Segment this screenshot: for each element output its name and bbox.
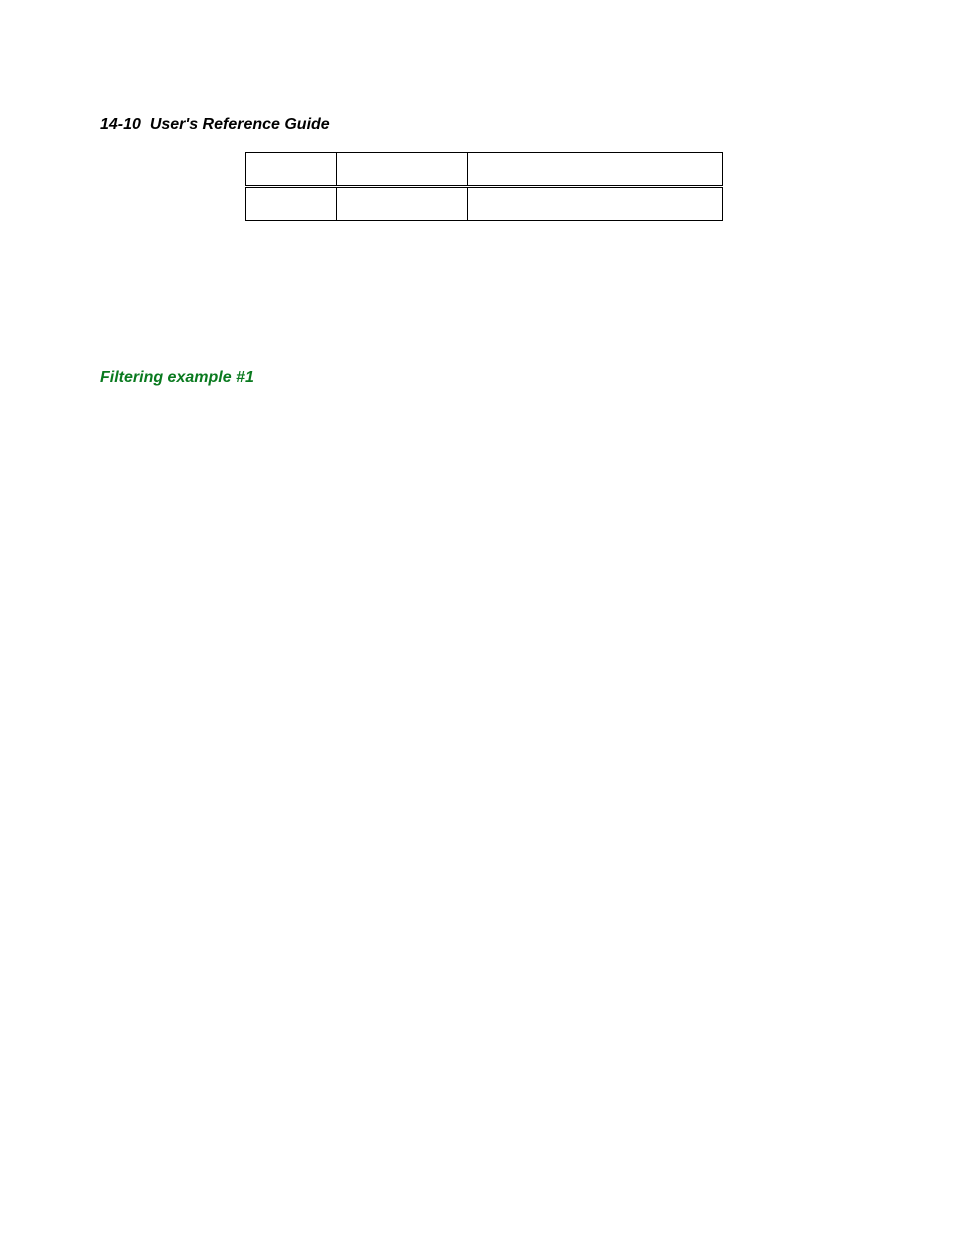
table-row [246,187,723,221]
table-header-cell [468,153,723,187]
page-number: 14-10 [100,116,141,133]
table-cell [468,187,723,221]
running-header: 14-10 User's Reference Guide [100,116,860,134]
table-cell [337,187,468,221]
page-title: User's Reference Guide [150,116,330,133]
table-container [245,152,860,221]
table-header-row [246,153,723,187]
section-heading: Filtering example #1 [100,369,860,387]
table-cell [246,187,337,221]
table-header-cell [246,153,337,187]
data-table [245,152,723,221]
table-header-cell [337,153,468,187]
document-page: 14-10 User's Reference Guide Filtering e… [100,116,860,387]
